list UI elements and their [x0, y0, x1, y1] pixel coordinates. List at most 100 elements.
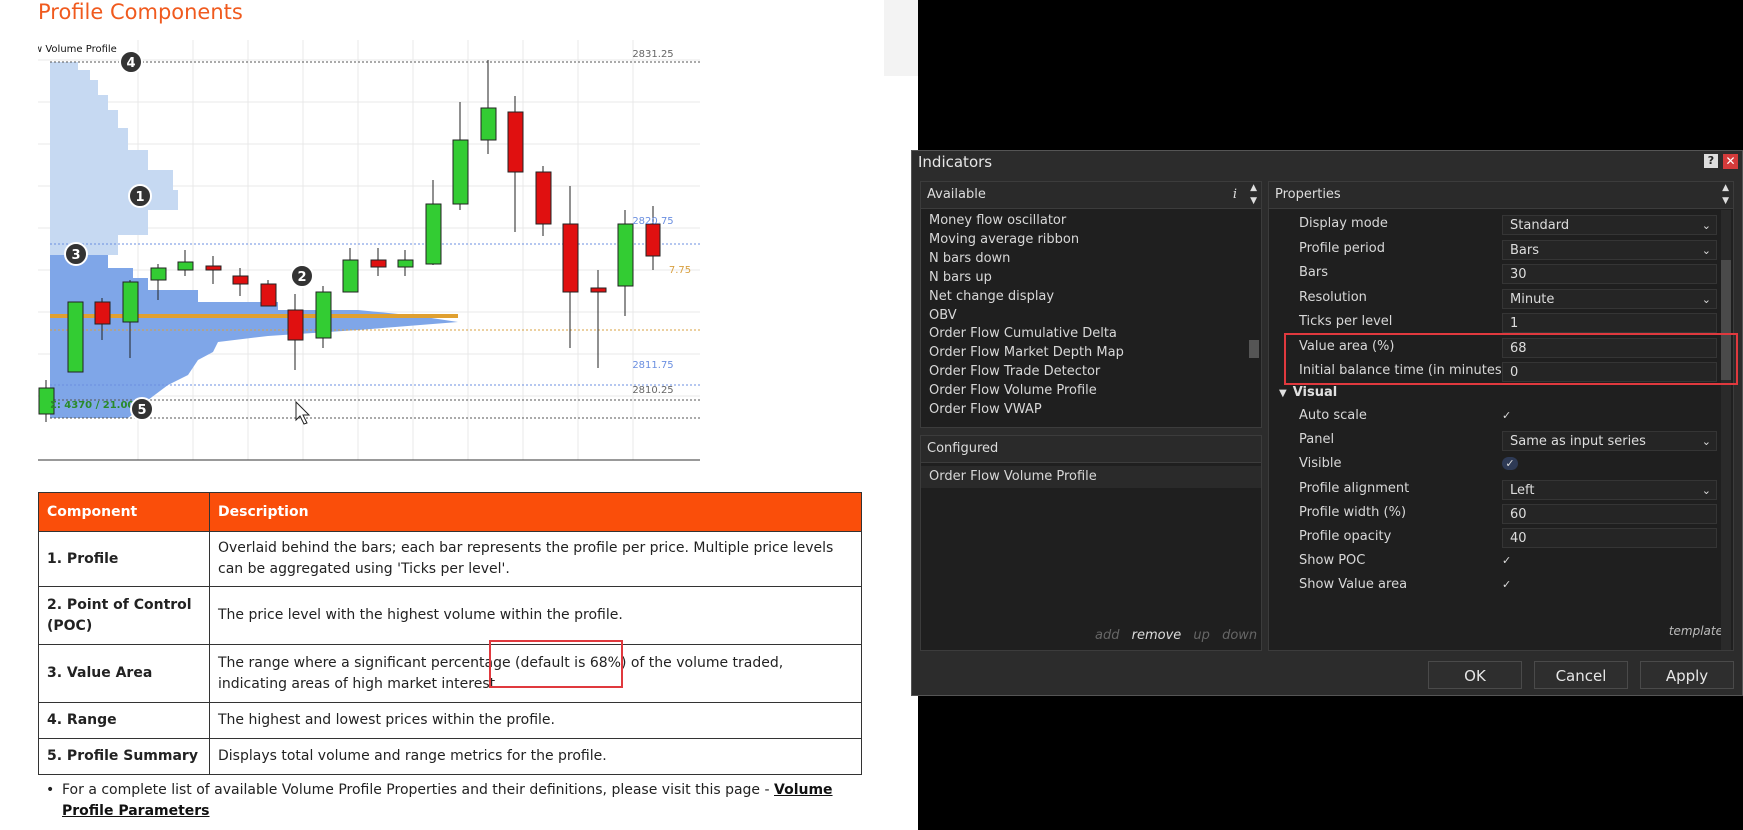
available-list: Money flow oscillator Moving average rib… [929, 212, 1124, 420]
callout-5: 5 [137, 403, 146, 418]
highlight-box-default [489, 640, 623, 688]
resolution-select[interactable]: Minute ⌄ [1502, 289, 1717, 309]
component-cell: 4. Range [38, 702, 210, 739]
bullet-icon: • [46, 782, 55, 798]
list-item[interactable]: N bars down [929, 250, 1124, 269]
properties-header-label: Properties [1275, 187, 1341, 202]
available-header: Available i ▲ ▼ [921, 182, 1261, 209]
prop-label: Visible [1299, 456, 1342, 471]
description-cell: Overlaid behind the bars; each bar repre… [209, 531, 862, 587]
chevron-down-icon: ⌄ [1701, 244, 1711, 257]
prop-value: 40 [1510, 531, 1527, 546]
help-icon[interactable]: ? [1704, 154, 1718, 168]
info-icon[interactable]: i [1233, 182, 1237, 208]
show-poc-checkbox[interactable]: ✓ [1502, 554, 1511, 567]
scroll-arrows-icon[interactable]: ▲ ▼ [1722, 182, 1729, 208]
prop-value: 1 [1510, 316, 1519, 331]
available-panel: Available i ▲ ▼ Money flow oscillator Mov… [920, 181, 1262, 428]
profile-width-field[interactable]: 60 [1502, 504, 1717, 524]
chevron-down-icon: ⌄ [1701, 219, 1711, 232]
callout-3: 3 [71, 248, 80, 263]
table-header-component: Component [38, 492, 210, 532]
table-row: 4. Range The highest and lowest prices w… [38, 702, 862, 739]
highlight-box-value-area [1284, 333, 1738, 385]
visual-section-header[interactable]: ▼ Visual [1279, 385, 1337, 400]
page-title: Profile Components [38, 0, 243, 24]
component-cell: 1. Profile [38, 531, 210, 587]
prop-value: Minute [1510, 292, 1555, 307]
add-link[interactable]: add [1095, 628, 1119, 643]
list-item[interactable]: Order Flow VWAP [929, 401, 1124, 420]
volume-profile-chart: w Volume Profile 2831.25 2820.75 7.75 28… [38, 40, 700, 461]
table-header-description: Description [209, 492, 862, 532]
price-label-top: 2831.25 [632, 49, 673, 60]
list-item[interactable]: Order Flow Trade Detector [929, 363, 1124, 382]
prop-auto-scale: Auto scale [1299, 408, 1367, 423]
description-cell: The highest and lowest prices within the… [209, 702, 862, 739]
prop-value: 60 [1510, 507, 1527, 522]
ticks-per-level-field[interactable]: 1 [1502, 313, 1717, 333]
price-label-vah: 2820.75 [632, 216, 673, 227]
components-table: Component Description 1. Profile Overlai… [38, 492, 862, 775]
callout-4: 4 [126, 56, 135, 71]
up-link[interactable]: up [1193, 628, 1210, 643]
prop-bars: Bars [1299, 265, 1328, 280]
component-cell: 2. Point of Control (POC) [38, 586, 210, 645]
chevron-down-icon: ⌄ [1701, 293, 1711, 306]
profile-alignment-select[interactable]: Left ⌄ [1502, 480, 1717, 500]
ok-button[interactable]: OK [1428, 661, 1522, 689]
properties-header: Properties ▲ ▼ [1269, 182, 1733, 209]
prop-label: Display mode [1299, 216, 1388, 231]
list-item[interactable]: OBV [929, 307, 1124, 326]
auto-scale-checkbox[interactable]: ✓ [1502, 409, 1511, 422]
list-item[interactable]: Net change display [929, 288, 1124, 307]
table-row: 1. Profile Overlaid behind the bars; eac… [38, 531, 862, 587]
profile-summary-text: Σ: 4370 / 21.00 [50, 400, 134, 411]
profile-histogram-value-area [50, 255, 458, 418]
list-item[interactable]: Order Flow Cumulative Delta [929, 325, 1124, 344]
close-icon[interactable]: ✕ [1723, 154, 1738, 169]
collapse-triangle-icon: ▼ [1279, 388, 1287, 399]
chevron-down-icon: ⌄ [1701, 435, 1711, 448]
display-mode-select[interactable]: Standard ⌄ [1502, 215, 1717, 235]
show-value-area-checkbox[interactable]: ✓ [1502, 578, 1511, 591]
configured-actions: add remove up down [1095, 628, 1257, 643]
visual-header-label: Visual [1292, 385, 1338, 400]
prop-value: Same as input series [1510, 434, 1646, 449]
panel-select[interactable]: Same as input series ⌄ [1502, 431, 1717, 451]
prop-label: Ticks per level [1299, 314, 1393, 329]
remove-link[interactable]: remove [1132, 628, 1182, 643]
list-item[interactable]: Order Flow Market Depth Map [929, 344, 1124, 363]
description-cell: The price level with the highest volume … [209, 586, 862, 645]
list-item[interactable]: Order Flow Volume Profile [929, 382, 1124, 401]
prop-profile-alignment: Profile alignment [1299, 481, 1409, 496]
properties-panel: Properties ▲ ▼ Display mode Standard ⌄ Pro… [1268, 181, 1734, 651]
table-row: 3. Value Area The range where a signific… [38, 644, 862, 703]
cancel-button[interactable]: Cancel [1534, 661, 1628, 689]
apply-button[interactable]: Apply [1640, 661, 1734, 689]
prop-label: Bars [1299, 265, 1329, 280]
chart-header: w Volume Profile [38, 44, 117, 55]
list-item[interactable]: Moving average ribbon [929, 231, 1124, 250]
profile-opacity-field[interactable]: 40 [1502, 528, 1717, 548]
prop-label: Show POC [1299, 553, 1366, 568]
configured-item[interactable]: Order Flow Volume Profile [921, 466, 1261, 488]
scroll-arrows-icon[interactable]: ▲ ▼ [1250, 182, 1257, 208]
visible-checkbox[interactable]: ✓ [1502, 457, 1518, 470]
available-scrollbar[interactable] [1249, 340, 1259, 358]
list-item[interactable]: N bars up [929, 269, 1124, 288]
document-page: Profile Components w Volume Profile 2831… [0, 0, 918, 830]
bars-field[interactable]: 30 [1502, 264, 1717, 284]
prop-label: Auto scale [1299, 408, 1367, 423]
prop-label: Profile alignment [1299, 481, 1410, 496]
callout-1: 1 [135, 190, 144, 205]
prop-label: Profile opacity [1299, 529, 1392, 544]
profile-period-select[interactable]: Bars ⌄ [1502, 240, 1717, 260]
description-cell: Displays total volume and range metrics … [209, 738, 862, 775]
prop-show-value-area: Show Value area [1299, 577, 1407, 592]
callout-2: 2 [297, 270, 306, 285]
template-link[interactable]: template [1669, 624, 1723, 638]
prop-ticks-per-level: Ticks per level [1299, 314, 1392, 329]
down-link[interactable]: down [1222, 628, 1257, 643]
list-item[interactable]: Money flow oscillator [929, 212, 1124, 231]
